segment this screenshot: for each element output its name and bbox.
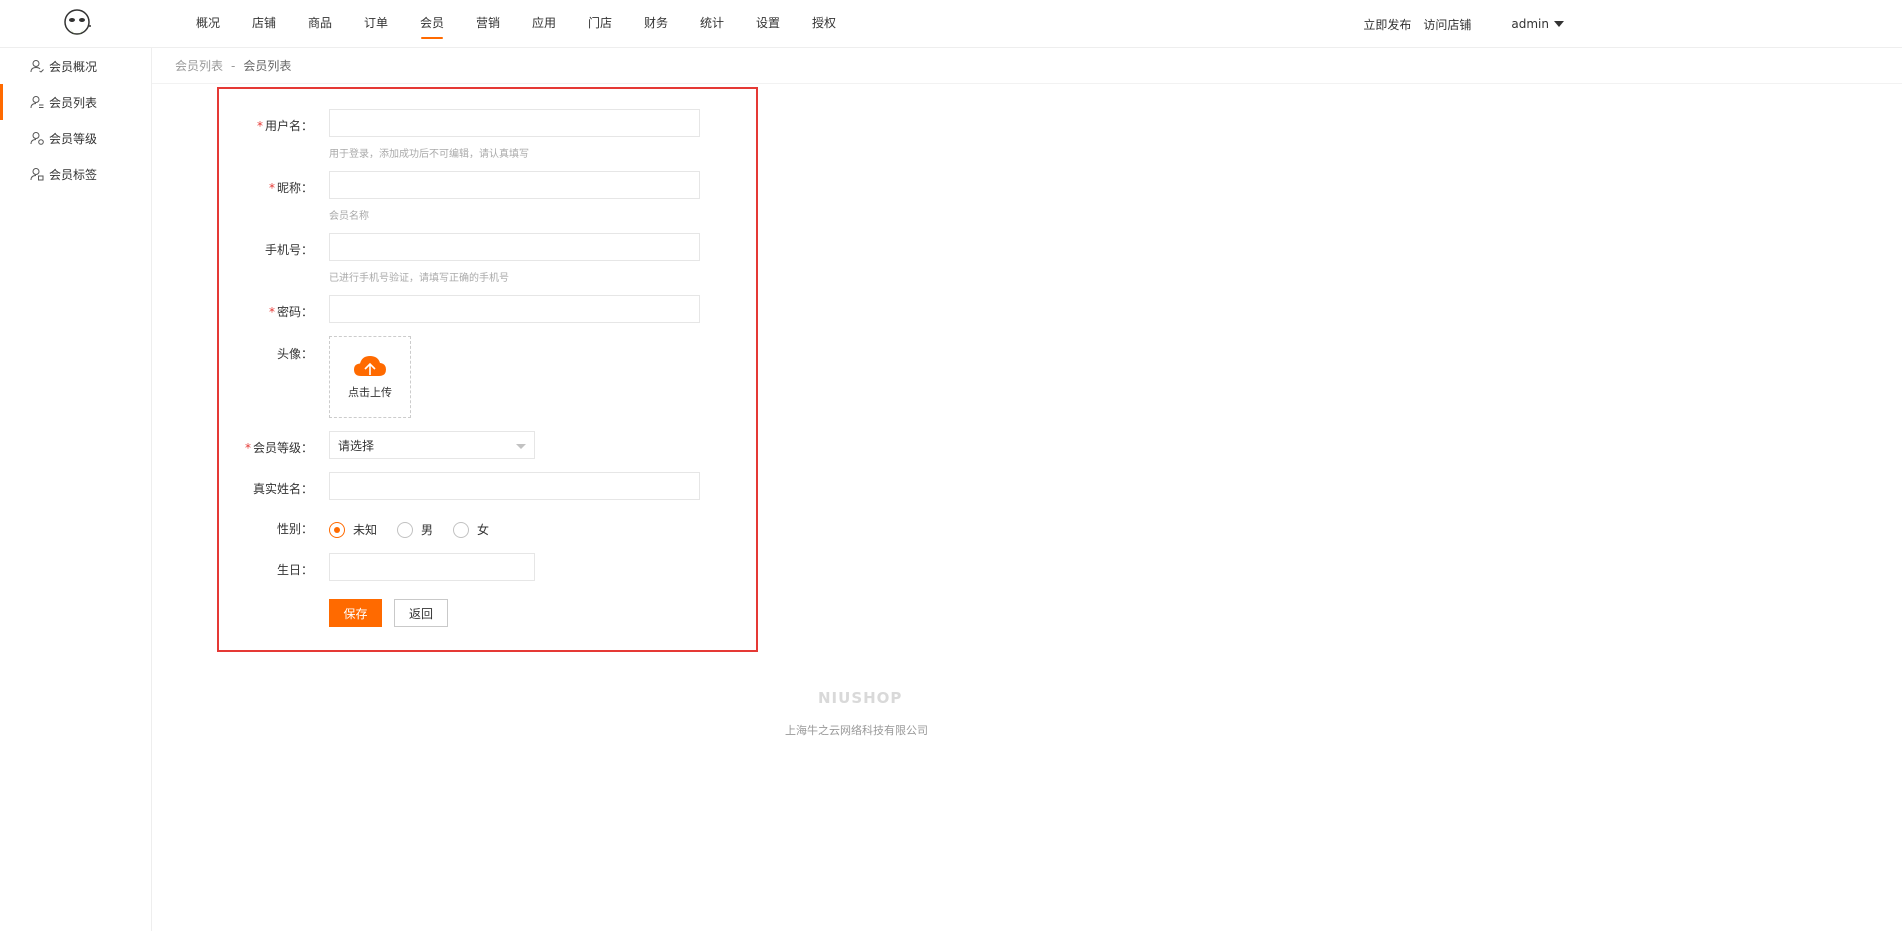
password-label: * 密码： (268, 305, 313, 319)
user-name: admin (1511, 17, 1549, 31)
logo-icon[interactable] (60, 8, 94, 42)
add-member-form: * 用户名： 用于登录，添加成功后不可编辑，请认真填写 * 昵称： 会员名称 手机号… (217, 87, 758, 652)
footer-company: 上海牛之云网络科技有限公司 (785, 724, 928, 737)
nickname-label: * 昵称： (268, 181, 313, 195)
avatar-label: 头像： (276, 347, 313, 361)
main-nav: 概况 店铺 商品 订单 会员 营销 应用 门店 财务 统计 设置 授权 (180, 0, 852, 48)
breadcrumb-parent[interactable]: 会员列表 (175, 57, 223, 74)
sidebar-item-overview[interactable]: 会员概况 (0, 48, 151, 84)
nav-apps[interactable]: 应用 (516, 0, 572, 48)
visit-store-link[interactable]: 访问店铺 (1423, 16, 1471, 33)
nav-orders[interactable]: 订单 (348, 0, 404, 48)
nav-shop[interactable]: 店铺 (236, 0, 292, 48)
gender-radio-group: 未知 男 女 (329, 521, 509, 538)
breadcrumb-current: 会员列表 (243, 59, 292, 73)
password-input[interactable] (329, 295, 700, 323)
breadcrumb-separator: - (231, 58, 236, 73)
nav-finance[interactable]: 财务 (628, 0, 684, 48)
level-selected-value: 请选择 (338, 438, 375, 453)
username-hint: 用于登录，添加成功后不可编辑，请认真填写 (329, 149, 529, 160)
user-check-icon (30, 60, 44, 73)
mobile-label: 手机号： (264, 243, 313, 257)
nav-marketing[interactable]: 营销 (460, 0, 516, 48)
top-bar: 概况 店铺 商品 订单 会员 营销 应用 门店 财务 统计 设置 授权 立即发布… (0, 0, 1902, 48)
breadcrumb: 会员列表 - 会员列表 (152, 48, 1902, 84)
username-label: * 用户名： (256, 119, 313, 133)
radio-checked-icon (329, 521, 345, 538)
avatar-upload[interactable]: 点击上传 (329, 336, 411, 418)
sidebar-item-member-level[interactable]: 会员等级 (0, 120, 151, 156)
user-list-icon (30, 96, 44, 109)
level-label: * 会员等级： (244, 441, 313, 455)
footer-logo: NIUSHOP (818, 689, 903, 707)
save-button[interactable]: 保存 (329, 599, 382, 627)
nav-license[interactable]: 授权 (796, 0, 852, 48)
mobile-hint: 已进行手机号验证，请填写正确的手机号 (329, 273, 509, 284)
birthday-input[interactable] (329, 553, 535, 581)
sidebar: 会员概况 会员列表 会员等级 会员标签 (0, 48, 152, 931)
nav-stats[interactable]: 统计 (684, 0, 740, 48)
sidebar-item-member-tag[interactable]: 会员标签 (0, 156, 151, 192)
sidebar-item-label: 会员标签 (49, 167, 98, 182)
radio-label: 未知 (353, 523, 378, 537)
user-level-icon (30, 132, 44, 145)
radio-unchecked-icon (453, 521, 470, 538)
top-right-links: 立即发布 访问店铺 admin (1363, 0, 1564, 48)
user-tag-icon (30, 168, 44, 181)
sidebar-item-label: 会员等级 (49, 131, 98, 146)
cloud-upload-icon (354, 356, 386, 376)
nickname-hint: 会员名称 (329, 211, 369, 222)
real-name-label: 真实姓名： (252, 482, 313, 496)
nav-stores[interactable]: 门店 (572, 0, 628, 48)
back-button[interactable]: 返回 (394, 599, 448, 627)
real-name-input[interactable] (329, 472, 700, 500)
nav-settings[interactable]: 设置 (740, 0, 796, 48)
user-menu[interactable]: admin (1511, 17, 1564, 31)
gender-female-radio[interactable]: 女 (453, 521, 489, 538)
nav-overview[interactable]: 概况 (180, 0, 236, 48)
upload-label: 点击上传 (348, 386, 392, 399)
gender-unknown-radio[interactable]: 未知 (329, 521, 377, 538)
nickname-input[interactable] (329, 171, 700, 199)
radio-label: 男 (421, 523, 434, 537)
gender-label: 性别： (276, 522, 313, 536)
chevron-down-icon (516, 444, 526, 449)
birthday-label: 生日： (276, 563, 313, 577)
username-input[interactable] (329, 109, 700, 137)
level-select[interactable]: 请选择 (329, 431, 535, 459)
mobile-input[interactable] (329, 233, 700, 261)
gender-male-radio[interactable]: 男 (397, 521, 433, 538)
nav-goods[interactable]: 商品 (292, 0, 348, 48)
sidebar-item-label: 会员概况 (49, 59, 98, 74)
caret-down-icon (1554, 21, 1564, 27)
radio-unchecked-icon (397, 521, 414, 538)
sidebar-item-label: 会员列表 (49, 95, 98, 110)
radio-label: 女 (477, 523, 490, 537)
publish-link[interactable]: 立即发布 (1363, 16, 1411, 33)
nav-member[interactable]: 会员 (404, 0, 460, 48)
sidebar-item-member-list[interactable]: 会员列表 (0, 84, 151, 120)
